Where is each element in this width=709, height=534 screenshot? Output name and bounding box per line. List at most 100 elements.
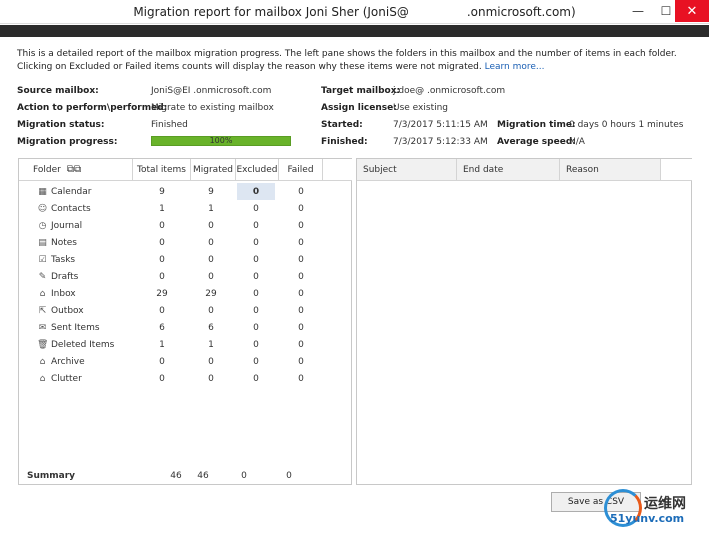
excluded-cell[interactable]: 0 [237, 251, 275, 268]
folder-name: Contacts [51, 203, 91, 214]
close-button[interactable]: ✕ [675, 0, 709, 22]
folder-name: Deleted Items [51, 339, 115, 350]
description-text: This is a detailed report of the mailbox… [17, 49, 677, 72]
excluded-cell[interactable]: 0 [237, 183, 275, 200]
migration-progress-bar: 100% [151, 136, 291, 146]
excluded-cell[interactable]: 0 [237, 285, 275, 302]
excluded-cell[interactable]: 0 [237, 353, 275, 370]
total-items-cell: 0 [159, 305, 165, 316]
finished-value: 7/3/2017 5:12:33 AM [393, 137, 488, 147]
migration-status-value: Finished [151, 120, 188, 130]
failed-cell[interactable]: 0 [281, 200, 321, 217]
folder-name: Inbox [51, 288, 76, 299]
calendar-icon: ▦ [38, 186, 47, 197]
action-value: Migrate to existing mailbox [151, 103, 274, 113]
folder-name: Clutter [51, 373, 82, 384]
source-mailbox-value: JoniS@EI .onmicrosoft.com [151, 86, 272, 96]
assign-license-label: Assign license: [321, 103, 397, 113]
failed-cell[interactable]: 0 [281, 302, 321, 319]
migration-time-value: 0 days 0 hours 1 minutes [569, 120, 684, 130]
excluded-cell[interactable]: 0 [237, 234, 275, 251]
reason-pane: Subject End date Reason [356, 158, 692, 485]
migrated-cell: 1 [208, 339, 214, 350]
folder-name: Sent Items [51, 322, 100, 333]
folder-name: Outbox [51, 305, 84, 316]
window-title-suffix: .onmicrosoft.com) [466, 5, 576, 19]
excluded-column-header[interactable]: Excluded [236, 159, 279, 181]
minimize-button[interactable]: — [623, 0, 653, 22]
total-items-cell: 0 [159, 373, 165, 384]
excluded-cell[interactable]: 0 [237, 200, 275, 217]
failed-cell[interactable]: 0 [281, 285, 321, 302]
sent-items-icon: ✉ [38, 322, 47, 333]
table-row[interactable]: ⇱ Outbox 0 0 0 0 [19, 302, 353, 319]
total-items-cell: 0 [159, 220, 165, 231]
folders-pane: Folder ⧉⧉ Total items Migrated Excluded … [18, 158, 352, 485]
learn-more-link[interactable]: Learn more... [485, 62, 545, 72]
excluded-cell[interactable]: 0 [237, 302, 275, 319]
failed-cell[interactable]: 0 [281, 217, 321, 234]
failed-cell[interactable]: 0 [281, 251, 321, 268]
migrated-column-header[interactable]: Migrated [191, 159, 236, 181]
failed-cell[interactable]: 0 [281, 183, 321, 200]
started-label: Started: [321, 120, 363, 130]
table-row[interactable]: ☺ Contacts 1 1 0 0 [19, 200, 353, 217]
table-row[interactable]: ▦ Calendar 9 9 0 0 [19, 183, 353, 200]
table-row[interactable]: ▤ Notes 0 0 0 0 [19, 234, 353, 251]
excluded-cell[interactable]: 0 [237, 217, 275, 234]
migrated-cell: 1 [208, 203, 214, 214]
excluded-cell[interactable]: 0 [237, 319, 275, 336]
table-row[interactable]: ☑ Tasks 0 0 0 0 [19, 251, 353, 268]
subject-column-header[interactable]: Subject [357, 159, 457, 181]
minimize-icon: — [632, 4, 644, 18]
excluded-cell[interactable]: 0 [237, 370, 275, 387]
table-row[interactable]: ⌂ Inbox 29 29 0 0 [19, 285, 353, 302]
table-row[interactable]: ✎ Drafts 0 0 0 0 [19, 268, 353, 285]
failed-cell[interactable]: 0 [281, 268, 321, 285]
migrated-cell: 0 [208, 271, 214, 282]
table-row[interactable]: ⌂ Archive 0 0 0 0 [19, 353, 353, 370]
window-title-text: Migration report for mailbox Joni Sher (… [133, 5, 409, 19]
migrated-cell: 0 [208, 220, 214, 231]
target-mailbox-value: j.doe@ .onmicrosoft.com [393, 86, 506, 96]
table-row[interactable]: 🗑 Deleted Items 1 1 0 0 [19, 336, 353, 353]
source-mailbox-label: Source mailbox: [17, 86, 99, 96]
table-row[interactable]: ⌂ Clutter 0 0 0 0 [19, 370, 353, 387]
summary-label: Summary [27, 470, 76, 481]
failed-column-header[interactable]: Failed [279, 159, 323, 181]
table-row[interactable]: ◷ Journal 0 0 0 0 [19, 217, 353, 234]
reason-filler-header [661, 159, 692, 181]
failed-cell[interactable]: 0 [281, 336, 321, 353]
watermark-url: 51yunv.com [610, 512, 685, 525]
failed-cell[interactable]: 0 [281, 353, 321, 370]
failed-cell[interactable]: 0 [281, 234, 321, 251]
drafts-icon: ✎ [38, 271, 47, 282]
clutter-icon: ⌂ [39, 373, 46, 384]
failed-cell[interactable]: 0 [281, 370, 321, 387]
failed-cell[interactable]: 0 [281, 319, 321, 336]
excluded-cell[interactable]: 0 [237, 336, 275, 353]
migration-progress-label: Migration progress: [17, 137, 118, 147]
migrated-cell: 0 [208, 237, 214, 248]
total-items-cell: 0 [159, 356, 165, 367]
target-mailbox-label: Target mailbox: [321, 86, 401, 96]
folder-name: Calendar [51, 186, 92, 197]
total-items-cell: 0 [159, 271, 165, 282]
end-date-column-header[interactable]: End date [457, 159, 560, 181]
migrated-cell: 0 [208, 373, 214, 384]
total-items-cell: 0 [159, 237, 165, 248]
table-row[interactable]: ✉ Sent Items 6 6 0 0 [19, 319, 353, 336]
total-items-column-header[interactable]: Total items [133, 159, 191, 181]
maximize-icon: ☐ [660, 4, 672, 18]
journal-icon: ◷ [38, 220, 47, 231]
summary-excluded: 0 [241, 470, 247, 481]
reason-column-header[interactable]: Reason [560, 159, 661, 181]
summary-failed: 0 [286, 470, 292, 481]
excluded-cell[interactable]: 0 [237, 268, 275, 285]
assign-license-value: Use existing [393, 103, 449, 113]
folder-column-header[interactable]: Folder ⧉⧉ [19, 159, 133, 181]
folder-name: Notes [51, 237, 77, 248]
total-items-cell: 6 [159, 322, 165, 333]
expand-collapse-icon[interactable]: ⧉⧉ [67, 164, 81, 175]
folder-name: Tasks [51, 254, 76, 265]
